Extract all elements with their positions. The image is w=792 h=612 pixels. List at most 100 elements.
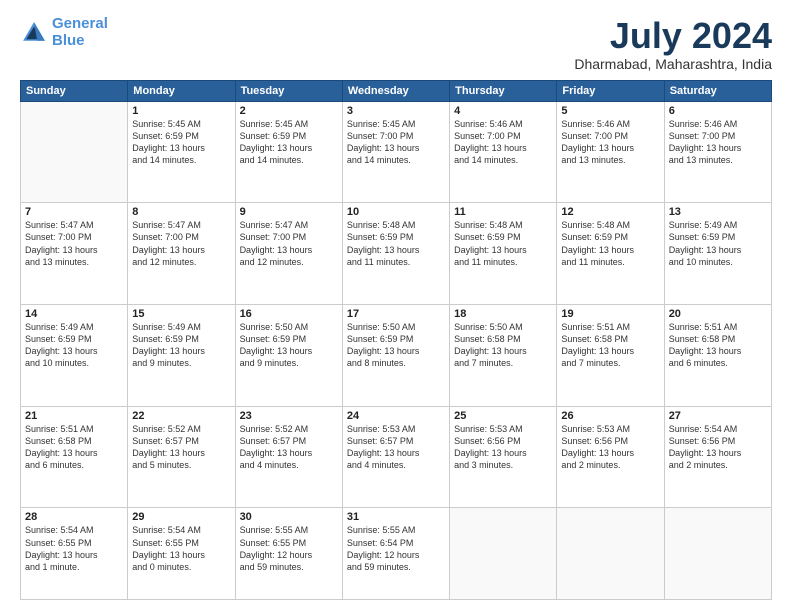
day-header-monday: Monday bbox=[128, 80, 235, 101]
calendar-cell: 30Sunrise: 5:55 AM Sunset: 6:55 PM Dayli… bbox=[235, 508, 342, 600]
logo: General Blue bbox=[20, 16, 108, 49]
day-number: 28 bbox=[25, 511, 123, 523]
day-number: 2 bbox=[240, 105, 338, 117]
day-header-wednesday: Wednesday bbox=[342, 80, 449, 101]
day-info: Sunrise: 5:54 AM Sunset: 6:55 PM Dayligh… bbox=[25, 524, 123, 573]
calendar-week-row: 21Sunrise: 5:51 AM Sunset: 6:58 PM Dayli… bbox=[21, 406, 772, 508]
calendar-cell: 12Sunrise: 5:48 AM Sunset: 6:59 PM Dayli… bbox=[557, 203, 664, 305]
day-info: Sunrise: 5:45 AM Sunset: 7:00 PM Dayligh… bbox=[347, 118, 445, 167]
day-number: 30 bbox=[240, 511, 338, 523]
calendar-cell: 4Sunrise: 5:46 AM Sunset: 7:00 PM Daylig… bbox=[450, 101, 557, 203]
day-number: 8 bbox=[132, 206, 230, 218]
day-number: 29 bbox=[132, 511, 230, 523]
day-info: Sunrise: 5:45 AM Sunset: 6:59 PM Dayligh… bbox=[132, 118, 230, 167]
calendar-cell: 21Sunrise: 5:51 AM Sunset: 6:58 PM Dayli… bbox=[21, 406, 128, 508]
calendar-cell: 8Sunrise: 5:47 AM Sunset: 7:00 PM Daylig… bbox=[128, 203, 235, 305]
day-number: 24 bbox=[347, 410, 445, 422]
calendar-cell: 22Sunrise: 5:52 AM Sunset: 6:57 PM Dayli… bbox=[128, 406, 235, 508]
day-info: Sunrise: 5:53 AM Sunset: 6:56 PM Dayligh… bbox=[561, 423, 659, 472]
day-number: 10 bbox=[347, 206, 445, 218]
day-number: 11 bbox=[454, 206, 552, 218]
day-number: 26 bbox=[561, 410, 659, 422]
day-info: Sunrise: 5:47 AM Sunset: 7:00 PM Dayligh… bbox=[25, 219, 123, 268]
logo-line1: General bbox=[52, 15, 108, 32]
calendar-cell: 5Sunrise: 5:46 AM Sunset: 7:00 PM Daylig… bbox=[557, 101, 664, 203]
logo-icon bbox=[20, 19, 48, 47]
day-header-tuesday: Tuesday bbox=[235, 80, 342, 101]
calendar-cell: 10Sunrise: 5:48 AM Sunset: 6:59 PM Dayli… bbox=[342, 203, 449, 305]
calendar-cell: 25Sunrise: 5:53 AM Sunset: 6:56 PM Dayli… bbox=[450, 406, 557, 508]
day-number: 14 bbox=[25, 308, 123, 320]
day-info: Sunrise: 5:50 AM Sunset: 6:59 PM Dayligh… bbox=[240, 321, 338, 370]
day-number: 7 bbox=[25, 206, 123, 218]
calendar: SundayMondayTuesdayWednesdayThursdayFrid… bbox=[20, 80, 772, 600]
day-info: Sunrise: 5:51 AM Sunset: 6:58 PM Dayligh… bbox=[669, 321, 767, 370]
day-number: 1 bbox=[132, 105, 230, 117]
calendar-cell bbox=[450, 508, 557, 600]
calendar-cell: 15Sunrise: 5:49 AM Sunset: 6:59 PM Dayli… bbox=[128, 305, 235, 407]
calendar-cell: 13Sunrise: 5:49 AM Sunset: 6:59 PM Dayli… bbox=[664, 203, 771, 305]
calendar-body: 1Sunrise: 5:45 AM Sunset: 6:59 PM Daylig… bbox=[21, 101, 772, 599]
day-number: 21 bbox=[25, 410, 123, 422]
day-header-thursday: Thursday bbox=[450, 80, 557, 101]
calendar-cell: 16Sunrise: 5:50 AM Sunset: 6:59 PM Dayli… bbox=[235, 305, 342, 407]
day-info: Sunrise: 5:52 AM Sunset: 6:57 PM Dayligh… bbox=[132, 423, 230, 472]
title-block: July 2024 Dharmabad, Maharashtra, India bbox=[574, 16, 772, 72]
day-number: 4 bbox=[454, 105, 552, 117]
day-info: Sunrise: 5:53 AM Sunset: 6:56 PM Dayligh… bbox=[454, 423, 552, 472]
calendar-cell bbox=[557, 508, 664, 600]
day-number: 16 bbox=[240, 308, 338, 320]
calendar-cell: 7Sunrise: 5:47 AM Sunset: 7:00 PM Daylig… bbox=[21, 203, 128, 305]
day-number: 9 bbox=[240, 206, 338, 218]
month-title: July 2024 bbox=[574, 16, 772, 56]
day-number: 31 bbox=[347, 511, 445, 523]
calendar-cell bbox=[21, 101, 128, 203]
calendar-cell: 14Sunrise: 5:49 AM Sunset: 6:59 PM Dayli… bbox=[21, 305, 128, 407]
day-number: 19 bbox=[561, 308, 659, 320]
day-info: Sunrise: 5:54 AM Sunset: 6:56 PM Dayligh… bbox=[669, 423, 767, 472]
day-number: 3 bbox=[347, 105, 445, 117]
day-info: Sunrise: 5:53 AM Sunset: 6:57 PM Dayligh… bbox=[347, 423, 445, 472]
calendar-week-row: 1Sunrise: 5:45 AM Sunset: 6:59 PM Daylig… bbox=[21, 101, 772, 203]
calendar-cell: 27Sunrise: 5:54 AM Sunset: 6:56 PM Dayli… bbox=[664, 406, 771, 508]
day-number: 18 bbox=[454, 308, 552, 320]
calendar-cell: 26Sunrise: 5:53 AM Sunset: 6:56 PM Dayli… bbox=[557, 406, 664, 508]
calendar-cell: 23Sunrise: 5:52 AM Sunset: 6:57 PM Dayli… bbox=[235, 406, 342, 508]
day-number: 13 bbox=[669, 206, 767, 218]
day-number: 20 bbox=[669, 308, 767, 320]
calendar-cell: 31Sunrise: 5:55 AM Sunset: 6:54 PM Dayli… bbox=[342, 508, 449, 600]
logo-text: General Blue bbox=[52, 16, 108, 49]
calendar-cell: 11Sunrise: 5:48 AM Sunset: 6:59 PM Dayli… bbox=[450, 203, 557, 305]
calendar-header-row: SundayMondayTuesdayWednesdayThursdayFrid… bbox=[21, 80, 772, 101]
day-info: Sunrise: 5:49 AM Sunset: 6:59 PM Dayligh… bbox=[132, 321, 230, 370]
day-number: 27 bbox=[669, 410, 767, 422]
day-info: Sunrise: 5:51 AM Sunset: 6:58 PM Dayligh… bbox=[561, 321, 659, 370]
calendar-cell bbox=[664, 508, 771, 600]
calendar-cell: 20Sunrise: 5:51 AM Sunset: 6:58 PM Dayli… bbox=[664, 305, 771, 407]
day-number: 12 bbox=[561, 206, 659, 218]
day-number: 25 bbox=[454, 410, 552, 422]
day-info: Sunrise: 5:50 AM Sunset: 6:59 PM Dayligh… bbox=[347, 321, 445, 370]
logo-line2: Blue bbox=[52, 32, 85, 49]
calendar-cell: 28Sunrise: 5:54 AM Sunset: 6:55 PM Dayli… bbox=[21, 508, 128, 600]
calendar-cell: 6Sunrise: 5:46 AM Sunset: 7:00 PM Daylig… bbox=[664, 101, 771, 203]
day-info: Sunrise: 5:55 AM Sunset: 6:54 PM Dayligh… bbox=[347, 524, 445, 573]
day-info: Sunrise: 5:52 AM Sunset: 6:57 PM Dayligh… bbox=[240, 423, 338, 472]
day-number: 15 bbox=[132, 308, 230, 320]
day-header-friday: Friday bbox=[557, 80, 664, 101]
calendar-week-row: 7Sunrise: 5:47 AM Sunset: 7:00 PM Daylig… bbox=[21, 203, 772, 305]
calendar-week-row: 28Sunrise: 5:54 AM Sunset: 6:55 PM Dayli… bbox=[21, 508, 772, 600]
day-info: Sunrise: 5:51 AM Sunset: 6:58 PM Dayligh… bbox=[25, 423, 123, 472]
day-number: 23 bbox=[240, 410, 338, 422]
day-info: Sunrise: 5:48 AM Sunset: 6:59 PM Dayligh… bbox=[561, 219, 659, 268]
day-info: Sunrise: 5:46 AM Sunset: 7:00 PM Dayligh… bbox=[669, 118, 767, 167]
day-info: Sunrise: 5:47 AM Sunset: 7:00 PM Dayligh… bbox=[132, 219, 230, 268]
day-info: Sunrise: 5:46 AM Sunset: 7:00 PM Dayligh… bbox=[561, 118, 659, 167]
day-info: Sunrise: 5:49 AM Sunset: 6:59 PM Dayligh… bbox=[25, 321, 123, 370]
day-info: Sunrise: 5:48 AM Sunset: 6:59 PM Dayligh… bbox=[347, 219, 445, 268]
day-number: 22 bbox=[132, 410, 230, 422]
calendar-cell: 17Sunrise: 5:50 AM Sunset: 6:59 PM Dayli… bbox=[342, 305, 449, 407]
calendar-cell: 2Sunrise: 5:45 AM Sunset: 6:59 PM Daylig… bbox=[235, 101, 342, 203]
day-number: 6 bbox=[669, 105, 767, 117]
day-info: Sunrise: 5:49 AM Sunset: 6:59 PM Dayligh… bbox=[669, 219, 767, 268]
